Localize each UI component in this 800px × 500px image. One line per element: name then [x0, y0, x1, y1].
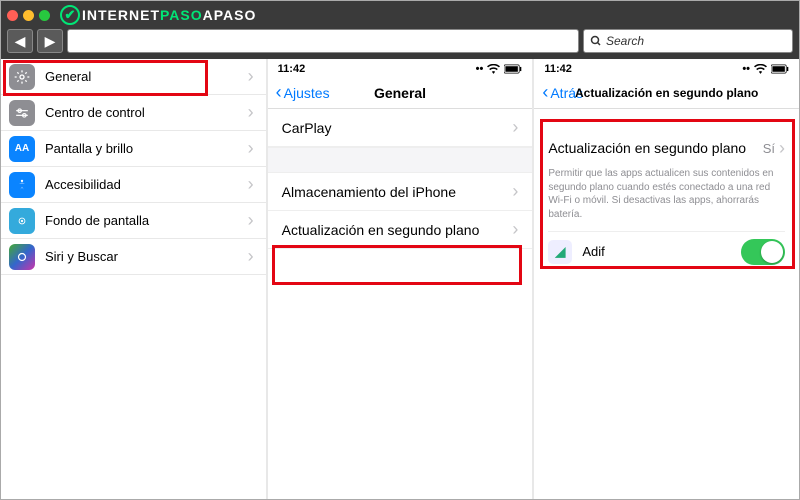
toggle-switch[interactable]: [741, 239, 785, 265]
signal-icon: ••: [476, 63, 484, 75]
chevron-right-icon: ›: [512, 181, 518, 202]
settings-item-label: General: [45, 69, 91, 84]
wifi-icon: [487, 64, 500, 74]
chevron-left-icon: ‹: [276, 82, 282, 103]
status-time: 11:42: [278, 63, 306, 75]
wallpaper-icon: [9, 208, 35, 234]
setting-label: Actualización en segundo plano: [548, 140, 746, 156]
settings-item-accessibility[interactable]: Accesibilidad ›: [1, 167, 266, 203]
wifi-icon: [754, 64, 767, 74]
settings-item-label: Centro de control: [45, 105, 145, 120]
nav-forward-button[interactable]: ▶: [37, 29, 63, 53]
row-label: Almacenamiento del iPhone: [282, 184, 456, 200]
status-time: 11:42: [544, 63, 572, 75]
settings-item-general[interactable]: General ›: [1, 59, 266, 95]
battery-icon: [771, 64, 789, 74]
close-window-button[interactable]: [7, 10, 18, 21]
brand-word-3: APASO: [203, 7, 257, 23]
row-storage[interactable]: Almacenamiento del iPhone ›: [268, 173, 533, 211]
chevron-right-icon: ›: [512, 219, 518, 240]
search-placeholder: Search: [606, 34, 644, 48]
logo-icon: ✔: [60, 5, 80, 25]
settings-item-control-center[interactable]: Centro de control ›: [1, 95, 266, 131]
chevron-right-icon: ›: [512, 117, 518, 138]
settings-item-label: Fondo de pantalla: [45, 213, 149, 228]
app-icon: ◢: [548, 240, 572, 264]
site-logo: ✔ INTERNETPASOAPASO: [60, 5, 256, 25]
back-label: Atrás: [550, 85, 583, 101]
address-bar[interactable]: [67, 29, 579, 53]
chevron-right-icon: ›: [248, 174, 254, 195]
window-controls: [7, 10, 50, 21]
nav-back-button[interactable]: ◀: [7, 29, 33, 53]
chevron-left-icon: ‹: [542, 82, 548, 103]
chevron-right-icon: ›: [779, 138, 785, 159]
settings-item-label: Pantalla y brillo: [45, 141, 133, 156]
settings-item-label: Siri y Buscar: [45, 249, 118, 264]
minimize-window-button[interactable]: [23, 10, 34, 21]
status-bar: 11:42 ••: [268, 59, 533, 77]
siri-icon: [9, 244, 35, 270]
signal-icon: ••: [742, 63, 750, 75]
sliders-icon: [9, 100, 35, 126]
chevron-right-icon: ›: [248, 210, 254, 231]
brand-word-1: INTERNET: [82, 7, 160, 23]
row-bg-refresh[interactable]: Actualización en segundo plano ›: [268, 211, 533, 249]
chevron-right-icon: ›: [248, 138, 254, 159]
search-icon: [590, 35, 602, 47]
back-button[interactable]: ‹ Ajustes: [276, 82, 330, 103]
chevron-right-icon: ›: [248, 246, 254, 267]
setting-value: Sí: [763, 141, 775, 156]
row-carplay[interactable]: CarPlay ›: [268, 109, 533, 147]
search-input[interactable]: Search: [583, 29, 793, 53]
battery-icon: [504, 64, 522, 74]
settings-item-display[interactable]: AA Pantalla y brillo ›: [1, 131, 266, 167]
chevron-right-icon: ›: [248, 66, 254, 87]
row-label: CarPlay: [282, 120, 332, 136]
app-label: Adif: [582, 244, 604, 259]
display-icon: AA: [9, 136, 35, 162]
panel-settings-root: General › Centro de control › AA Pantall…: [1, 59, 268, 499]
setting-master-row[interactable]: Actualización en segundo plano Sí ›: [548, 131, 785, 165]
section-gap: [268, 147, 533, 173]
maximize-window-button[interactable]: [39, 10, 50, 21]
brand-word-2: PASO: [160, 7, 203, 23]
browser-chrome: ✔ INTERNETPASOAPASO ◀ ▶ Search: [1, 1, 799, 59]
gear-icon: [9, 64, 35, 90]
app-row-adif: ◢ Adif: [548, 231, 785, 271]
highlight-box: [272, 245, 523, 285]
accessibility-icon: [9, 172, 35, 198]
settings-item-label: Accesibilidad: [45, 177, 121, 192]
content-area: General › Centro de control › AA Pantall…: [1, 59, 799, 499]
nav-bar: ‹ Atrás Actualización en segundo plano: [534, 77, 799, 109]
status-bar: 11:42 ••: [534, 59, 799, 77]
panel-bg-refresh: 11:42 •• ‹ Atrás Actualización en segund…: [534, 59, 799, 499]
row-label: Actualización en segundo plano: [282, 222, 480, 238]
setting-description: Permitir que las apps actualicen sus con…: [548, 165, 785, 231]
back-label: Ajustes: [284, 85, 330, 101]
chevron-right-icon: ›: [248, 102, 254, 123]
settings-item-wallpaper[interactable]: Fondo de pantalla ›: [1, 203, 266, 239]
back-button[interactable]: ‹ Atrás: [542, 82, 583, 103]
settings-item-siri[interactable]: Siri y Buscar ›: [1, 239, 266, 275]
panel-general: 11:42 •• ‹ Ajustes General CarPlay › Alm…: [268, 59, 535, 499]
nav-bar: ‹ Ajustes General: [268, 77, 533, 109]
